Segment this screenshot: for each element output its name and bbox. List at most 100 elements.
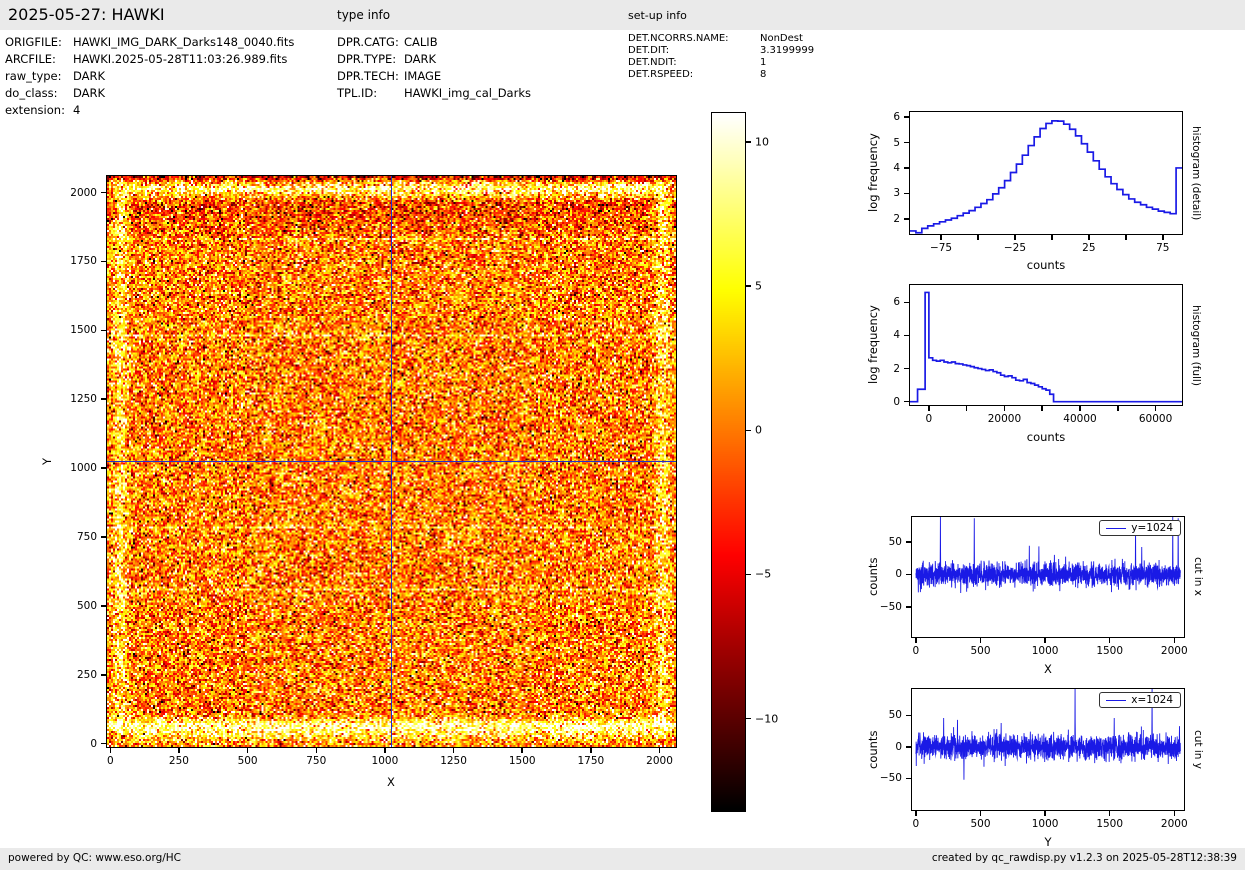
colorbar-tick — [745, 141, 751, 143]
x-tick-label: 20000 — [988, 413, 1021, 425]
x-tick — [980, 810, 982, 816]
x-tick-label: 500 — [238, 755, 258, 767]
dark-frame-heatmap: 0250500750100012501500175020000250500750… — [106, 175, 677, 748]
info-label: DPR.TYPE: — [337, 51, 404, 68]
cut-y-legend-label: x=1024 — [1131, 694, 1173, 706]
cut-y-side-label: cut in y — [1192, 688, 1204, 811]
info-value: 1 — [760, 57, 766, 69]
info-row: ORIGFILE:HAWKI_IMG_DARK_Darks148_0040.fi… — [5, 34, 294, 51]
y-tick-label: 2 — [893, 363, 900, 375]
cut-x-legend-label: y=1024 — [1131, 522, 1173, 534]
colorbar-tick — [745, 574, 751, 576]
x-tick-label: 0 — [913, 818, 920, 830]
y-tick — [101, 261, 107, 263]
info-row: DPR.CATG:CALIB — [337, 34, 531, 51]
y-tick-label: 3 — [893, 187, 900, 199]
x-tick-label: 2000 — [646, 755, 673, 767]
y-tick — [904, 401, 910, 403]
y-tick-label: 1250 — [70, 393, 97, 405]
y-tick — [904, 142, 910, 144]
y-tick-label: 750 — [77, 531, 97, 543]
info-value: DARK — [73, 85, 105, 102]
x-tick-label: 1500 — [509, 755, 536, 767]
y-tick — [904, 335, 910, 337]
y-tick-label: 1750 — [70, 255, 97, 267]
y-tick-label: 0 — [895, 741, 902, 753]
info-label: do_class: — [5, 85, 73, 102]
x-tick — [1051, 234, 1053, 240]
hist-full-ylabel: log frequency — [866, 284, 880, 406]
x-tick — [1125, 234, 1127, 240]
histogram-full-canvas — [910, 285, 1182, 405]
legend-line-sample — [1106, 528, 1126, 529]
info-label: TPL.ID: — [337, 85, 404, 102]
info-row: DET.RSPEED:8 — [628, 69, 814, 81]
y-tick-label: 6 — [893, 296, 900, 308]
y-tick-label: 2 — [893, 213, 900, 225]
x-tick-label: 40000 — [1063, 413, 1096, 425]
colorbar-tick — [745, 285, 751, 287]
info-value: 8 — [760, 69, 766, 81]
qc-report-page: 2025-05-27: HAWKI type info set-up info … — [0, 0, 1245, 870]
x-tick-label: 1000 — [372, 755, 399, 767]
y-tick-label: 50 — [889, 709, 902, 721]
hist-full-xlabel: counts — [1027, 430, 1065, 444]
x-tick-label: 2000 — [1161, 818, 1188, 830]
x-tick-label: −25 — [1004, 242, 1026, 254]
info-value: DARK — [73, 68, 105, 85]
x-tick-label: 1250 — [440, 755, 467, 767]
setup-info-block: DET.NCORRS.NAME:NonDestDET.DIT:3.3199999… — [628, 33, 814, 81]
y-tick — [904, 167, 910, 169]
info-value: HAWKI_img_cal_Darks — [404, 85, 531, 102]
colorbar-tick-label: −10 — [755, 712, 778, 725]
x-tick-label: 60000 — [1139, 413, 1172, 425]
x-tick — [1117, 405, 1119, 411]
x-tick — [521, 747, 523, 753]
hist-full-side-label: histogram (full) — [1190, 284, 1202, 406]
colorbar-tick — [745, 430, 751, 432]
file-info-block: ORIGFILE:HAWKI_IMG_DARK_Darks148_0040.fi… — [5, 34, 294, 119]
x-tick-label: 2000 — [1161, 645, 1188, 657]
info-value: 4 — [73, 102, 80, 119]
y-tick-label: 0 — [893, 396, 900, 408]
y-tick — [906, 778, 912, 780]
x-tick-label: 1750 — [577, 755, 604, 767]
info-row: DPR.TECH:IMAGE — [337, 68, 531, 85]
x-tick — [1155, 405, 1157, 411]
info-label: raw_type: — [5, 68, 73, 85]
info-label: DPR.TECH: — [337, 68, 404, 85]
y-tick — [906, 574, 912, 576]
footer-right-text: created by qc_rawdisp.py v1.2.3 on 2025-… — [932, 852, 1237, 864]
info-row: TPL.ID:HAWKI_img_cal_Darks — [337, 85, 531, 102]
legend-line-sample — [1106, 700, 1126, 701]
info-row: DET.NDIT:1 — [628, 57, 814, 69]
cut-x-legend: y=1024 — [1099, 520, 1181, 536]
x-tick — [1044, 810, 1046, 816]
info-value: IMAGE — [404, 68, 441, 85]
x-tick-label: 250 — [169, 755, 189, 767]
hist-detail-xlabel: counts — [1027, 258, 1065, 272]
main-ylabel: Y — [40, 175, 54, 748]
x-tick — [928, 405, 930, 411]
hist-detail-side-label: histogram (detail) — [1190, 111, 1202, 235]
cut-in-y-plot: x=1024 0500100015002000−50050 — [911, 688, 1185, 811]
y-tick — [904, 218, 910, 220]
histogram-detail-canvas — [910, 112, 1182, 234]
x-tick — [1109, 637, 1111, 643]
colorbar-tick-label: 5 — [755, 280, 762, 293]
x-tick — [590, 747, 592, 753]
info-value: CALIB — [404, 34, 438, 51]
x-tick-label: 25 — [1082, 242, 1095, 254]
crosshair-horizontal-line — [107, 461, 676, 463]
x-tick — [915, 637, 917, 643]
y-tick-label: 1000 — [70, 462, 97, 474]
y-tick — [101, 398, 107, 400]
footer-bar: powered by QC: www.eso.org/HC created by… — [0, 848, 1245, 870]
y-tick — [101, 605, 107, 607]
y-tick-label: 500 — [77, 600, 97, 612]
y-tick — [101, 743, 107, 745]
x-tick — [247, 747, 249, 753]
info-row: DPR.TYPE:DARK — [337, 51, 531, 68]
y-tick — [906, 606, 912, 608]
info-row: do_class:DARK — [5, 85, 294, 102]
